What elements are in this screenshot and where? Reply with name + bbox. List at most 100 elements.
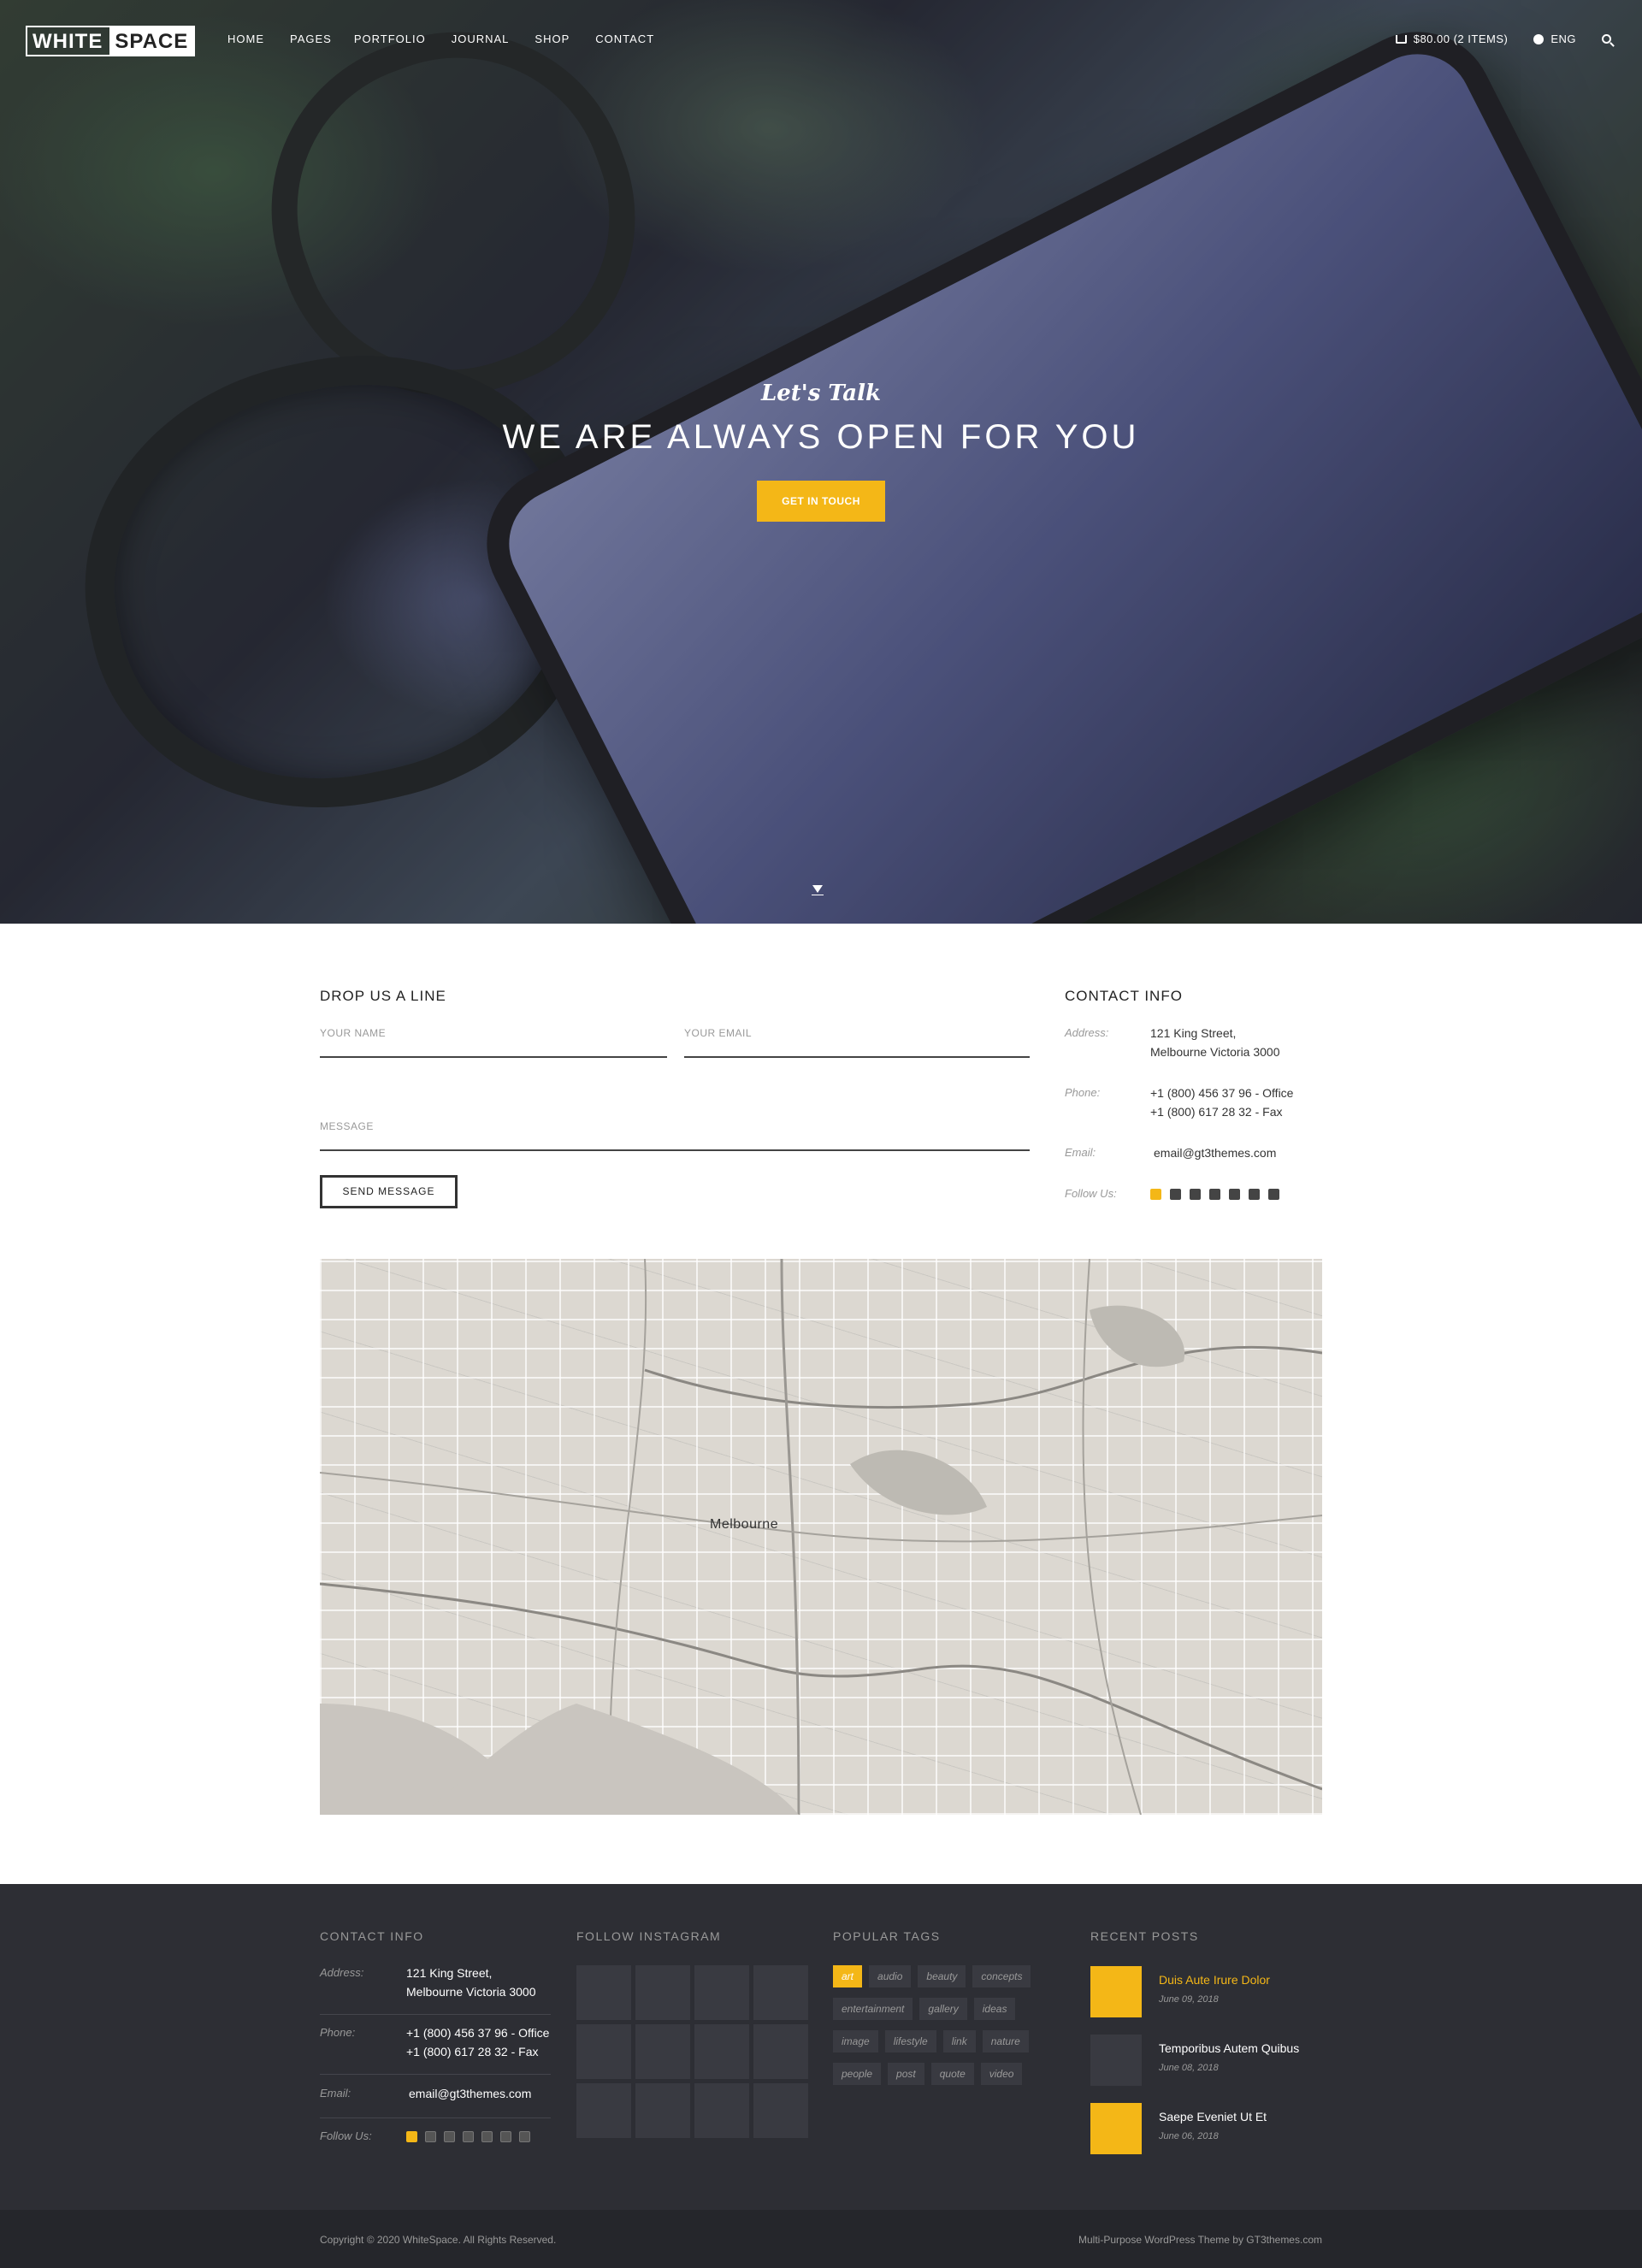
tag-quote[interactable]: quote bbox=[930, 2063, 974, 2085]
tag-entertainment[interactable]: entertainment bbox=[833, 1998, 913, 2020]
instagram-thumb[interactable] bbox=[576, 1965, 631, 2020]
menu-home[interactable]: HOME bbox=[227, 32, 264, 45]
tag-lifestyle[interactable]: lifestyle bbox=[884, 2030, 936, 2052]
logo-white: WHITE bbox=[32, 30, 103, 53]
footer-pinterest-icon[interactable] bbox=[425, 2131, 436, 2142]
post-title[interactable]: Saepe Eveniet Ut Et bbox=[1159, 2110, 1267, 2123]
instagram-icon[interactable] bbox=[1209, 1189, 1220, 1200]
post-title[interactable]: Temporibus Autem Quibus bbox=[1159, 2041, 1299, 2055]
search-icon[interactable] bbox=[1602, 34, 1611, 44]
instagram-thumb[interactable] bbox=[635, 1965, 690, 2020]
menu-contact[interactable]: CONTACT bbox=[595, 32, 654, 45]
tag-gallery[interactable]: gallery bbox=[919, 1998, 967, 2020]
footer-linkedin-icon[interactable] bbox=[500, 2131, 511, 2142]
tags-heading: POPULAR TAGS bbox=[833, 1929, 941, 1943]
contact-info-heading: CONTACT INFO bbox=[1065, 988, 1183, 1004]
top-navigation: WHITE SPACE HOME PAGES PORTFOLIO JOURNAL… bbox=[0, 0, 1642, 82]
cart-link[interactable]: $80.00 (2 ITEMS) bbox=[1395, 32, 1509, 45]
footer-flickr-icon[interactable] bbox=[481, 2131, 493, 2142]
instagram-thumb[interactable] bbox=[694, 2024, 749, 2079]
instagram-thumb[interactable] bbox=[635, 2024, 690, 2079]
hero-script-text: Let's Talk bbox=[760, 381, 882, 406]
tag-image[interactable]: image bbox=[833, 2030, 878, 2052]
hero-section: WHITE SPACE HOME PAGES PORTFOLIO JOURNAL… bbox=[0, 0, 1642, 924]
send-message-button[interactable]: SEND MESSAGE bbox=[320, 1175, 458, 1208]
instagram-thumb[interactable] bbox=[635, 2083, 690, 2138]
get-in-touch-button[interactable]: GET IN TOUCH bbox=[757, 481, 885, 522]
footer-camera-icon[interactable] bbox=[519, 2131, 530, 2142]
tag-link[interactable]: link bbox=[942, 2030, 976, 2052]
tag-video[interactable]: video bbox=[980, 2063, 1023, 2085]
cart-label: $80.00 (2 ITEMS) bbox=[1413, 32, 1509, 45]
camera-icon[interactable] bbox=[1268, 1189, 1279, 1200]
footer-facebook-icon[interactable] bbox=[406, 2131, 417, 2142]
bottom-bar: Copyright © 2020 WhiteSpace. All Rights … bbox=[0, 2210, 1642, 2268]
menu-shop[interactable]: SHOP bbox=[535, 32, 570, 45]
message-field[interactable]: MESSAGE bbox=[320, 1120, 1030, 1151]
email-link[interactable]: email@gt3themes.com bbox=[1154, 1143, 1276, 1162]
footer: CONTACT INFO Address: 121 King Street, M… bbox=[0, 1884, 1642, 2210]
address-line-2: Melbourne Victoria 3000 bbox=[1150, 1045, 1280, 1059]
footer-recent-posts: RECENT POSTS Duis Aute Irure Dolor June … bbox=[1090, 1929, 1299, 2154]
language-switcher[interactable]: ENG bbox=[1533, 32, 1576, 45]
post-title[interactable]: Duis Aute Irure Dolor bbox=[1159, 1973, 1270, 1987]
hero-title: WE ARE ALWAYS OPEN FOR YOU bbox=[502, 418, 1140, 456]
instagram-thumb[interactable] bbox=[576, 2024, 631, 2079]
instagram-thumb[interactable] bbox=[694, 2083, 749, 2138]
tag-nature[interactable]: nature bbox=[982, 2030, 1029, 2052]
recent-post[interactable]: Duis Aute Irure Dolor June 09, 2018 bbox=[1090, 1966, 1330, 2019]
footer-follow-label: Follow Us: bbox=[320, 2129, 372, 2142]
hero-content: Let's Talk WE ARE ALWAYS OPEN FOR YOU GE… bbox=[0, 381, 1642, 522]
header-actions: $80.00 (2 ITEMS) ENG bbox=[1395, 32, 1611, 45]
recent-post[interactable]: Saepe Eveniet Ut Et June 06, 2018 bbox=[1090, 2103, 1330, 2156]
twitter-icon[interactable] bbox=[1190, 1189, 1201, 1200]
phone-fax: +1 (800) 617 28 32 - Fax bbox=[1150, 1105, 1283, 1119]
instagram-thumb[interactable] bbox=[753, 2024, 808, 2079]
email-field[interactable]: YOUR EMAIL bbox=[684, 1027, 1030, 1058]
tag-ideas[interactable]: ideas bbox=[973, 1998, 1016, 2020]
social-icons bbox=[1150, 1189, 1279, 1200]
footer-twitter-icon[interactable] bbox=[444, 2131, 455, 2142]
location-map[interactable]: Melbourne bbox=[320, 1259, 1322, 1815]
menu-portfolio[interactable]: PORTFOLIO bbox=[354, 32, 426, 45]
logo-space: SPACE bbox=[109, 27, 194, 55]
scroll-down-icon[interactable] bbox=[812, 885, 824, 895]
cart-icon bbox=[1395, 34, 1407, 44]
instagram-thumb[interactable] bbox=[753, 1965, 808, 2020]
tag-cloud: art audio beauty concepts entertainment galle… bbox=[833, 1965, 1064, 2085]
name-field[interactable]: YOUR NAME bbox=[320, 1027, 667, 1058]
tag-people[interactable]: people bbox=[833, 2063, 882, 2085]
footer-social-icons bbox=[406, 2131, 530, 2142]
recent-posts-heading: RECENT POSTS bbox=[1090, 1929, 1199, 1943]
post-thumbnail[interactable] bbox=[1090, 1966, 1142, 2017]
instagram-thumb[interactable] bbox=[753, 2083, 808, 2138]
menu-pages[interactable]: PAGES bbox=[290, 32, 332, 45]
footer-address-line-1: 121 King Street, bbox=[406, 1966, 493, 1980]
footer-email-link[interactable]: email@gt3themes.com bbox=[409, 2084, 531, 2103]
phone-label: Phone: bbox=[1065, 1086, 1101, 1099]
post-date: June 08, 2018 bbox=[1159, 2063, 1219, 2073]
tag-post[interactable]: post bbox=[888, 2063, 924, 2085]
menu-journal[interactable]: JOURNAL bbox=[452, 32, 510, 45]
footer-instagram-icon[interactable] bbox=[463, 2131, 474, 2142]
post-thumbnail[interactable] bbox=[1090, 2103, 1142, 2154]
facebook-icon[interactable] bbox=[1150, 1189, 1161, 1200]
tag-beauty[interactable]: beauty bbox=[918, 1965, 966, 1987]
post-thumbnail[interactable] bbox=[1090, 2035, 1142, 2086]
linkedin-icon[interactable] bbox=[1249, 1189, 1260, 1200]
footer-instagram: FOLLOW INSTAGRAM bbox=[576, 1929, 808, 2138]
footer-address-label: Address: bbox=[320, 1966, 364, 1979]
address-label: Address: bbox=[1065, 1026, 1109, 1039]
instagram-thumb[interactable] bbox=[576, 2083, 631, 2138]
recent-post[interactable]: Temporibus Autem Quibus June 08, 2018 bbox=[1090, 2035, 1330, 2088]
tag-concepts[interactable]: concepts bbox=[972, 1965, 1031, 1987]
footer-phone-fax: +1 (800) 617 28 32 - Fax bbox=[406, 2045, 539, 2058]
footer-phone-office: +1 (800) 456 37 96 - Office bbox=[406, 2026, 550, 2040]
theme-credit-link[interactable]: Multi-Purpose WordPress Theme by GT3them… bbox=[1078, 2234, 1322, 2246]
tag-art[interactable]: art bbox=[833, 1965, 863, 1987]
pinterest-icon[interactable] bbox=[1170, 1189, 1181, 1200]
flickr-icon[interactable] bbox=[1229, 1189, 1240, 1200]
site-logo[interactable]: WHITE SPACE bbox=[26, 26, 196, 56]
instagram-thumb[interactable] bbox=[694, 1965, 749, 2020]
tag-audio[interactable]: audio bbox=[869, 1965, 912, 1987]
